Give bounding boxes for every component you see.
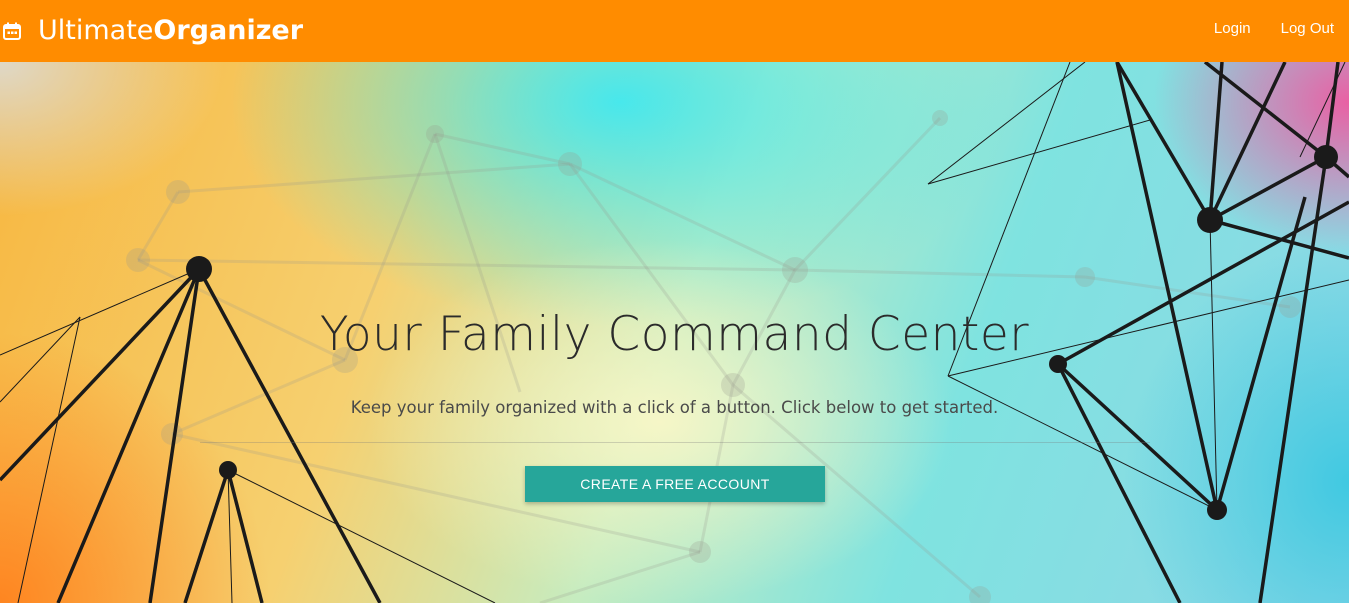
hero-subtitle: Keep your family organized with a click …	[350, 398, 999, 417]
hero-section: Your Family Command Center Keep your fam…	[0, 62, 1349, 603]
login-link[interactable]: Login	[1214, 20, 1251, 37]
brand-name: UltimateOrganizer	[38, 12, 303, 50]
calendar-icon	[2, 21, 22, 41]
brand-link[interactable]: UltimateOrganizer	[2, 12, 303, 50]
logout-link[interactable]: Log Out	[1281, 20, 1334, 37]
hero-divider	[200, 442, 1150, 443]
hero-title: Your Family Command Center	[319, 307, 1030, 362]
brand-name-bold: Organizer	[153, 15, 304, 46]
top-navbar: UltimateOrganizer Login Log Out	[0, 0, 1349, 62]
create-account-button[interactable]: CREATE A FREE ACCOUNT	[525, 466, 825, 502]
brand-name-light: Ultimate	[38, 15, 154, 46]
nav-links: Login Log Out	[1184, 20, 1334, 37]
